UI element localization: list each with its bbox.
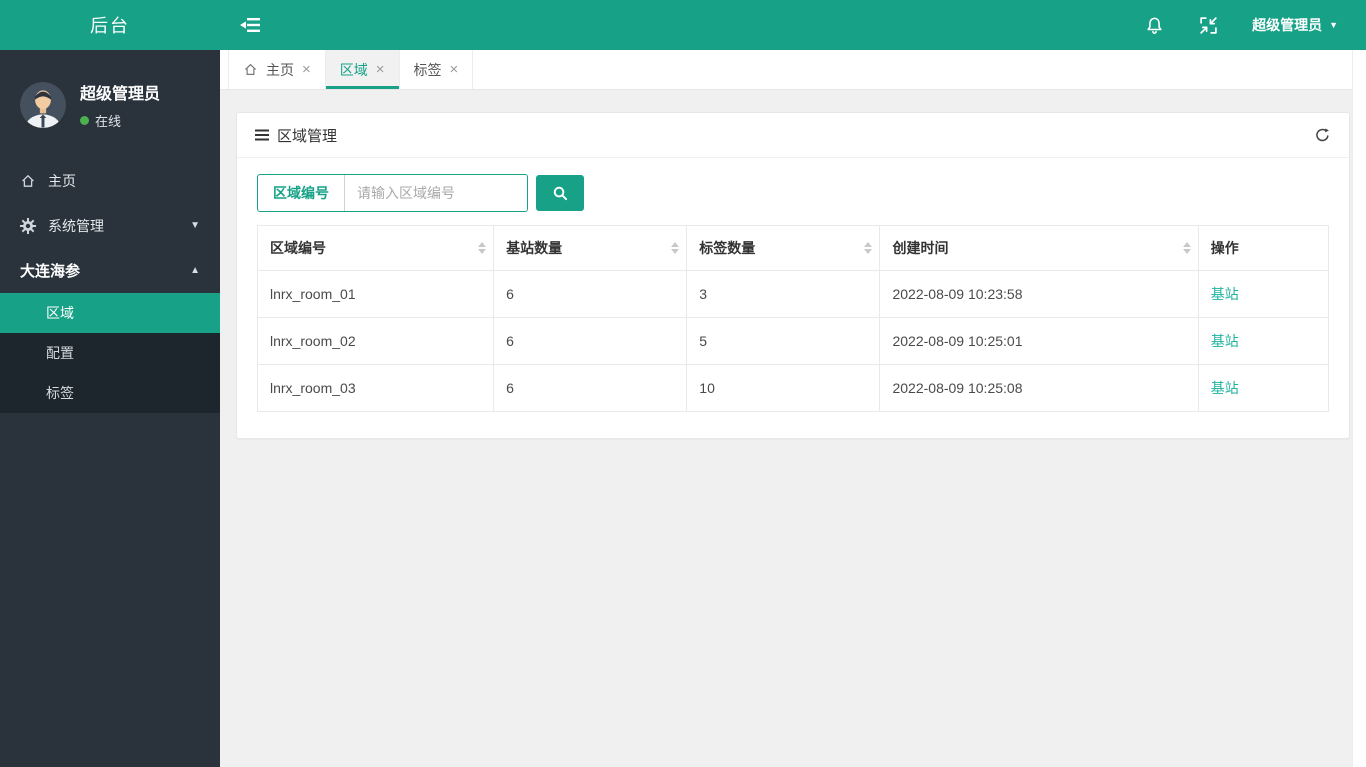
cell-base-stations: 6: [493, 270, 688, 318]
sidebar-subitem-label: 标签: [46, 385, 74, 401]
sidebar-item-system[interactable]: 系统管理 ▼: [0, 203, 220, 248]
cell-tag-count: 5: [686, 317, 881, 365]
column-header-actions: 操作: [1197, 225, 1330, 271]
top-header: 超级管理员 ▼: [220, 0, 1366, 50]
panel-title: 区域管理: [277, 127, 338, 145]
user-panel: 超级管理员 在线: [0, 50, 220, 158]
search-input[interactable]: [345, 175, 527, 211]
user-status: 在线: [80, 111, 160, 130]
cell-tag-count: 10: [686, 364, 881, 412]
table-row: lnrx_room_02 6 5 2022-08-09 10:25:01 基站: [256, 317, 1330, 365]
topbar-actions: 超级管理员 ▼: [1144, 15, 1366, 36]
online-dot-icon: [80, 116, 89, 125]
scrollbar-track[interactable]: [1352, 50, 1366, 767]
cell-base-stations: 6: [493, 317, 688, 365]
user-meta: 超级管理员 在线: [80, 80, 160, 130]
user-menu-label: 超级管理员: [1252, 17, 1323, 33]
table-row: lnrx_room_03 6 10 2022-08-09 10:25:08 基站: [256, 364, 1330, 412]
tab-label: 区域: [339, 61, 368, 78]
refresh-button[interactable]: [1314, 127, 1331, 144]
chevron-down-icon: ▼: [1329, 20, 1338, 30]
home-icon: [243, 62, 258, 77]
gear-icon: [20, 217, 37, 234]
search-input-group: 区域编号: [257, 174, 528, 212]
sort-icon: [671, 242, 680, 254]
column-header-tag-count[interactable]: 标签数量: [686, 225, 881, 271]
user-status-label: 在线: [95, 114, 122, 129]
area-management-panel: 区域管理 区域编号 请输入区域编号 区域编号 基站数量 标签数量 创建时间 操作…: [236, 112, 1350, 439]
table-header-row: 区域编号 基站数量 标签数量 创建时间 操作: [256, 225, 1330, 271]
user-menu[interactable]: 超级管理员 ▼: [1252, 15, 1338, 35]
sidebar-item-home[interactable]: 主页: [0, 158, 220, 203]
tab-home[interactable]: 主页 ×: [228, 50, 326, 89]
sidebar: 后台 超级管理员 在线 主页 系统管理 ▼ 大连海参 ▲ 区域 配置 标签: [0, 0, 220, 767]
cell-area-id: lnrx_room_02: [256, 317, 495, 365]
menu-lines-icon: [255, 129, 269, 141]
sidebar-item-label: 大连海参: [20, 263, 81, 280]
cell-base-stations: 6: [493, 364, 688, 412]
home-icon: [20, 173, 37, 189]
chevron-up-icon: ▲: [190, 265, 200, 276]
sort-icon: [478, 242, 487, 254]
brand-logo-text: 后台: [90, 16, 130, 36]
sort-icon: [1182, 242, 1191, 254]
fullscreen-button[interactable]: [1199, 16, 1218, 35]
sidebar-menu: 主页 系统管理 ▼ 大连海参 ▲ 区域 配置 标签: [0, 158, 220, 413]
base-station-link[interactable]: 基站: [1211, 333, 1239, 349]
app-root: 后台 超级管理员 在线 主页 系统管理 ▼ 大连海参 ▲ 区域 配置 标签 超级…: [0, 0, 1366, 767]
cell-created-at: 2022-08-09 10:25:01: [879, 317, 1199, 365]
area-table: 区域编号 基站数量 标签数量 创建时间 操作 lnrx_room_01 6 3 …: [256, 225, 1330, 412]
tab-bar: 主页 × 区域 × 标签 ×: [220, 50, 1366, 90]
column-header-base-stations[interactable]: 基站数量: [493, 225, 688, 271]
sidebar-toggle-button[interactable]: [220, 16, 262, 34]
column-header-area-id[interactable]: 区域编号: [256, 225, 495, 271]
cell-area-id: lnrx_room_03: [256, 364, 495, 412]
chevron-down-icon: ▼: [190, 220, 200, 231]
sidebar-subitem-label: 区域: [46, 305, 74, 321]
search-button[interactable]: [536, 175, 584, 211]
cell-tag-count: 3: [686, 270, 881, 318]
sidebar-subitem-label: 配置: [46, 345, 74, 361]
brand-logo[interactable]: 后台: [0, 0, 220, 50]
avatar: [20, 82, 66, 128]
tab-close-icon[interactable]: ×: [376, 62, 385, 77]
column-header-created-at[interactable]: 创建时间: [879, 225, 1199, 271]
cell-area-id: lnrx_room_01: [256, 270, 495, 318]
search-icon: [552, 185, 569, 202]
tab-close-icon[interactable]: ×: [450, 62, 459, 77]
sidebar-submenu: 区域 配置 标签: [0, 293, 220, 413]
tab-close-icon[interactable]: ×: [302, 62, 311, 77]
panel-header: 区域管理: [237, 113, 1349, 158]
cell-created-at: 2022-08-09 10:23:58: [879, 270, 1199, 318]
main-content: 区域管理 区域编号 请输入区域编号 区域编号 基站数量 标签数量 创建时间 操作…: [220, 90, 1366, 767]
search-field-label: 区域编号: [258, 175, 345, 211]
sidebar-subitem-area[interactable]: 区域: [0, 293, 220, 333]
tab-tags[interactable]: 标签 ×: [400, 50, 474, 89]
base-station-link[interactable]: 基站: [1211, 380, 1239, 396]
tab-label: 标签: [413, 61, 442, 78]
user-name: 超级管理员: [80, 86, 161, 103]
search-row: 区域编号: [257, 174, 1329, 212]
sidebar-item-label: 系统管理: [48, 217, 104, 234]
tab-area[interactable]: 区域 ×: [325, 50, 400, 89]
sidebar-subitem-config[interactable]: 配置: [0, 333, 220, 373]
base-station-link[interactable]: 基站: [1211, 286, 1239, 302]
sidebar-item-dalian[interactable]: 大连海参 ▲: [0, 248, 220, 293]
table-row: lnrx_room_01 6 3 2022-08-09 10:23:58 基站: [256, 270, 1330, 318]
tab-label: 主页: [266, 61, 294, 78]
panel-body: 区域编号 区域: [237, 158, 1349, 438]
notifications-button[interactable]: [1144, 15, 1165, 36]
sidebar-item-label: 主页: [48, 172, 76, 189]
sidebar-subitem-tags[interactable]: 标签: [0, 373, 220, 413]
sort-icon: [864, 242, 873, 254]
cell-created-at: 2022-08-09 10:25:08: [879, 364, 1199, 412]
